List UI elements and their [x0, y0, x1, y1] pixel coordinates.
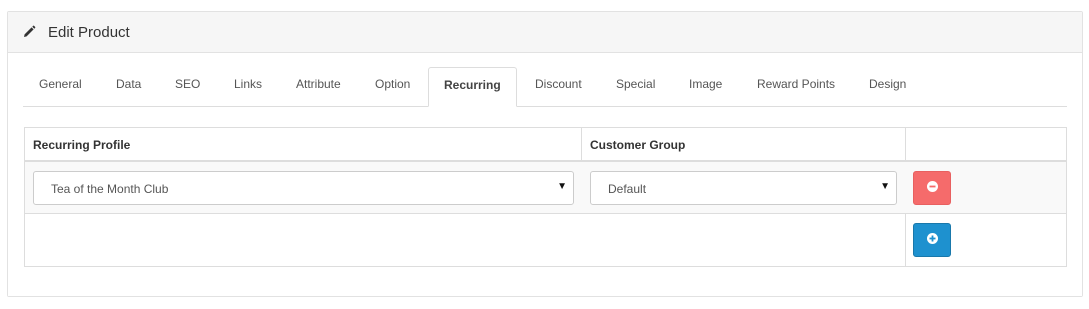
pencil-icon — [22, 25, 36, 39]
tab-option[interactable]: Option — [375, 77, 410, 91]
edit-product-panel: Edit Product General Data SEO Links Attr… — [7, 11, 1083, 297]
add-recurring-button[interactable] — [913, 223, 951, 257]
recurring-table: Recurring Profile Customer Group Tea of … — [24, 127, 1067, 267]
customer-group-value: Default — [608, 182, 647, 196]
chevron-down-icon: ▼ — [557, 181, 567, 192]
remove-recurring-button[interactable] — [913, 171, 951, 205]
page-title: Edit Product — [48, 23, 130, 41]
header-customer-group: Customer Group — [582, 128, 906, 162]
tab-seo[interactable]: SEO — [175, 77, 200, 91]
product-tabs: General Data SEO Links Attribute Option … — [23, 67, 1067, 107]
tab-attribute[interactable]: Attribute — [296, 77, 341, 91]
chevron-down-icon: ▼ — [880, 181, 890, 192]
tab-links[interactable]: Links — [234, 77, 262, 91]
table-row: Tea of the Month Club ▼ Default ▼ — [25, 162, 1066, 214]
tab-discount[interactable]: Discount — [535, 77, 582, 91]
header-action — [906, 128, 1066, 162]
header-recurring-profile: Recurring Profile — [25, 128, 582, 162]
recurring-profile-select[interactable]: Tea of the Month Club ▼ — [33, 171, 574, 205]
tab-recurring[interactable]: Recurring — [428, 67, 517, 107]
tab-reward-points[interactable]: Reward Points — [757, 77, 835, 91]
panel-heading: Edit Product — [8, 12, 1082, 53]
recurring-profile-value: Tea of the Month Club — [51, 182, 169, 196]
tab-special[interactable]: Special — [616, 77, 655, 91]
panel-body: General Data SEO Links Attribute Option … — [8, 53, 1082, 296]
plus-circle-icon — [926, 233, 938, 247]
tab-design[interactable]: Design — [869, 77, 906, 91]
customer-group-select[interactable]: Default ▼ — [590, 171, 897, 205]
tab-general[interactable]: General — [39, 77, 82, 91]
minus-circle-icon — [926, 181, 938, 195]
tab-image[interactable]: Image — [689, 77, 722, 91]
tab-data[interactable]: Data — [116, 77, 141, 91]
